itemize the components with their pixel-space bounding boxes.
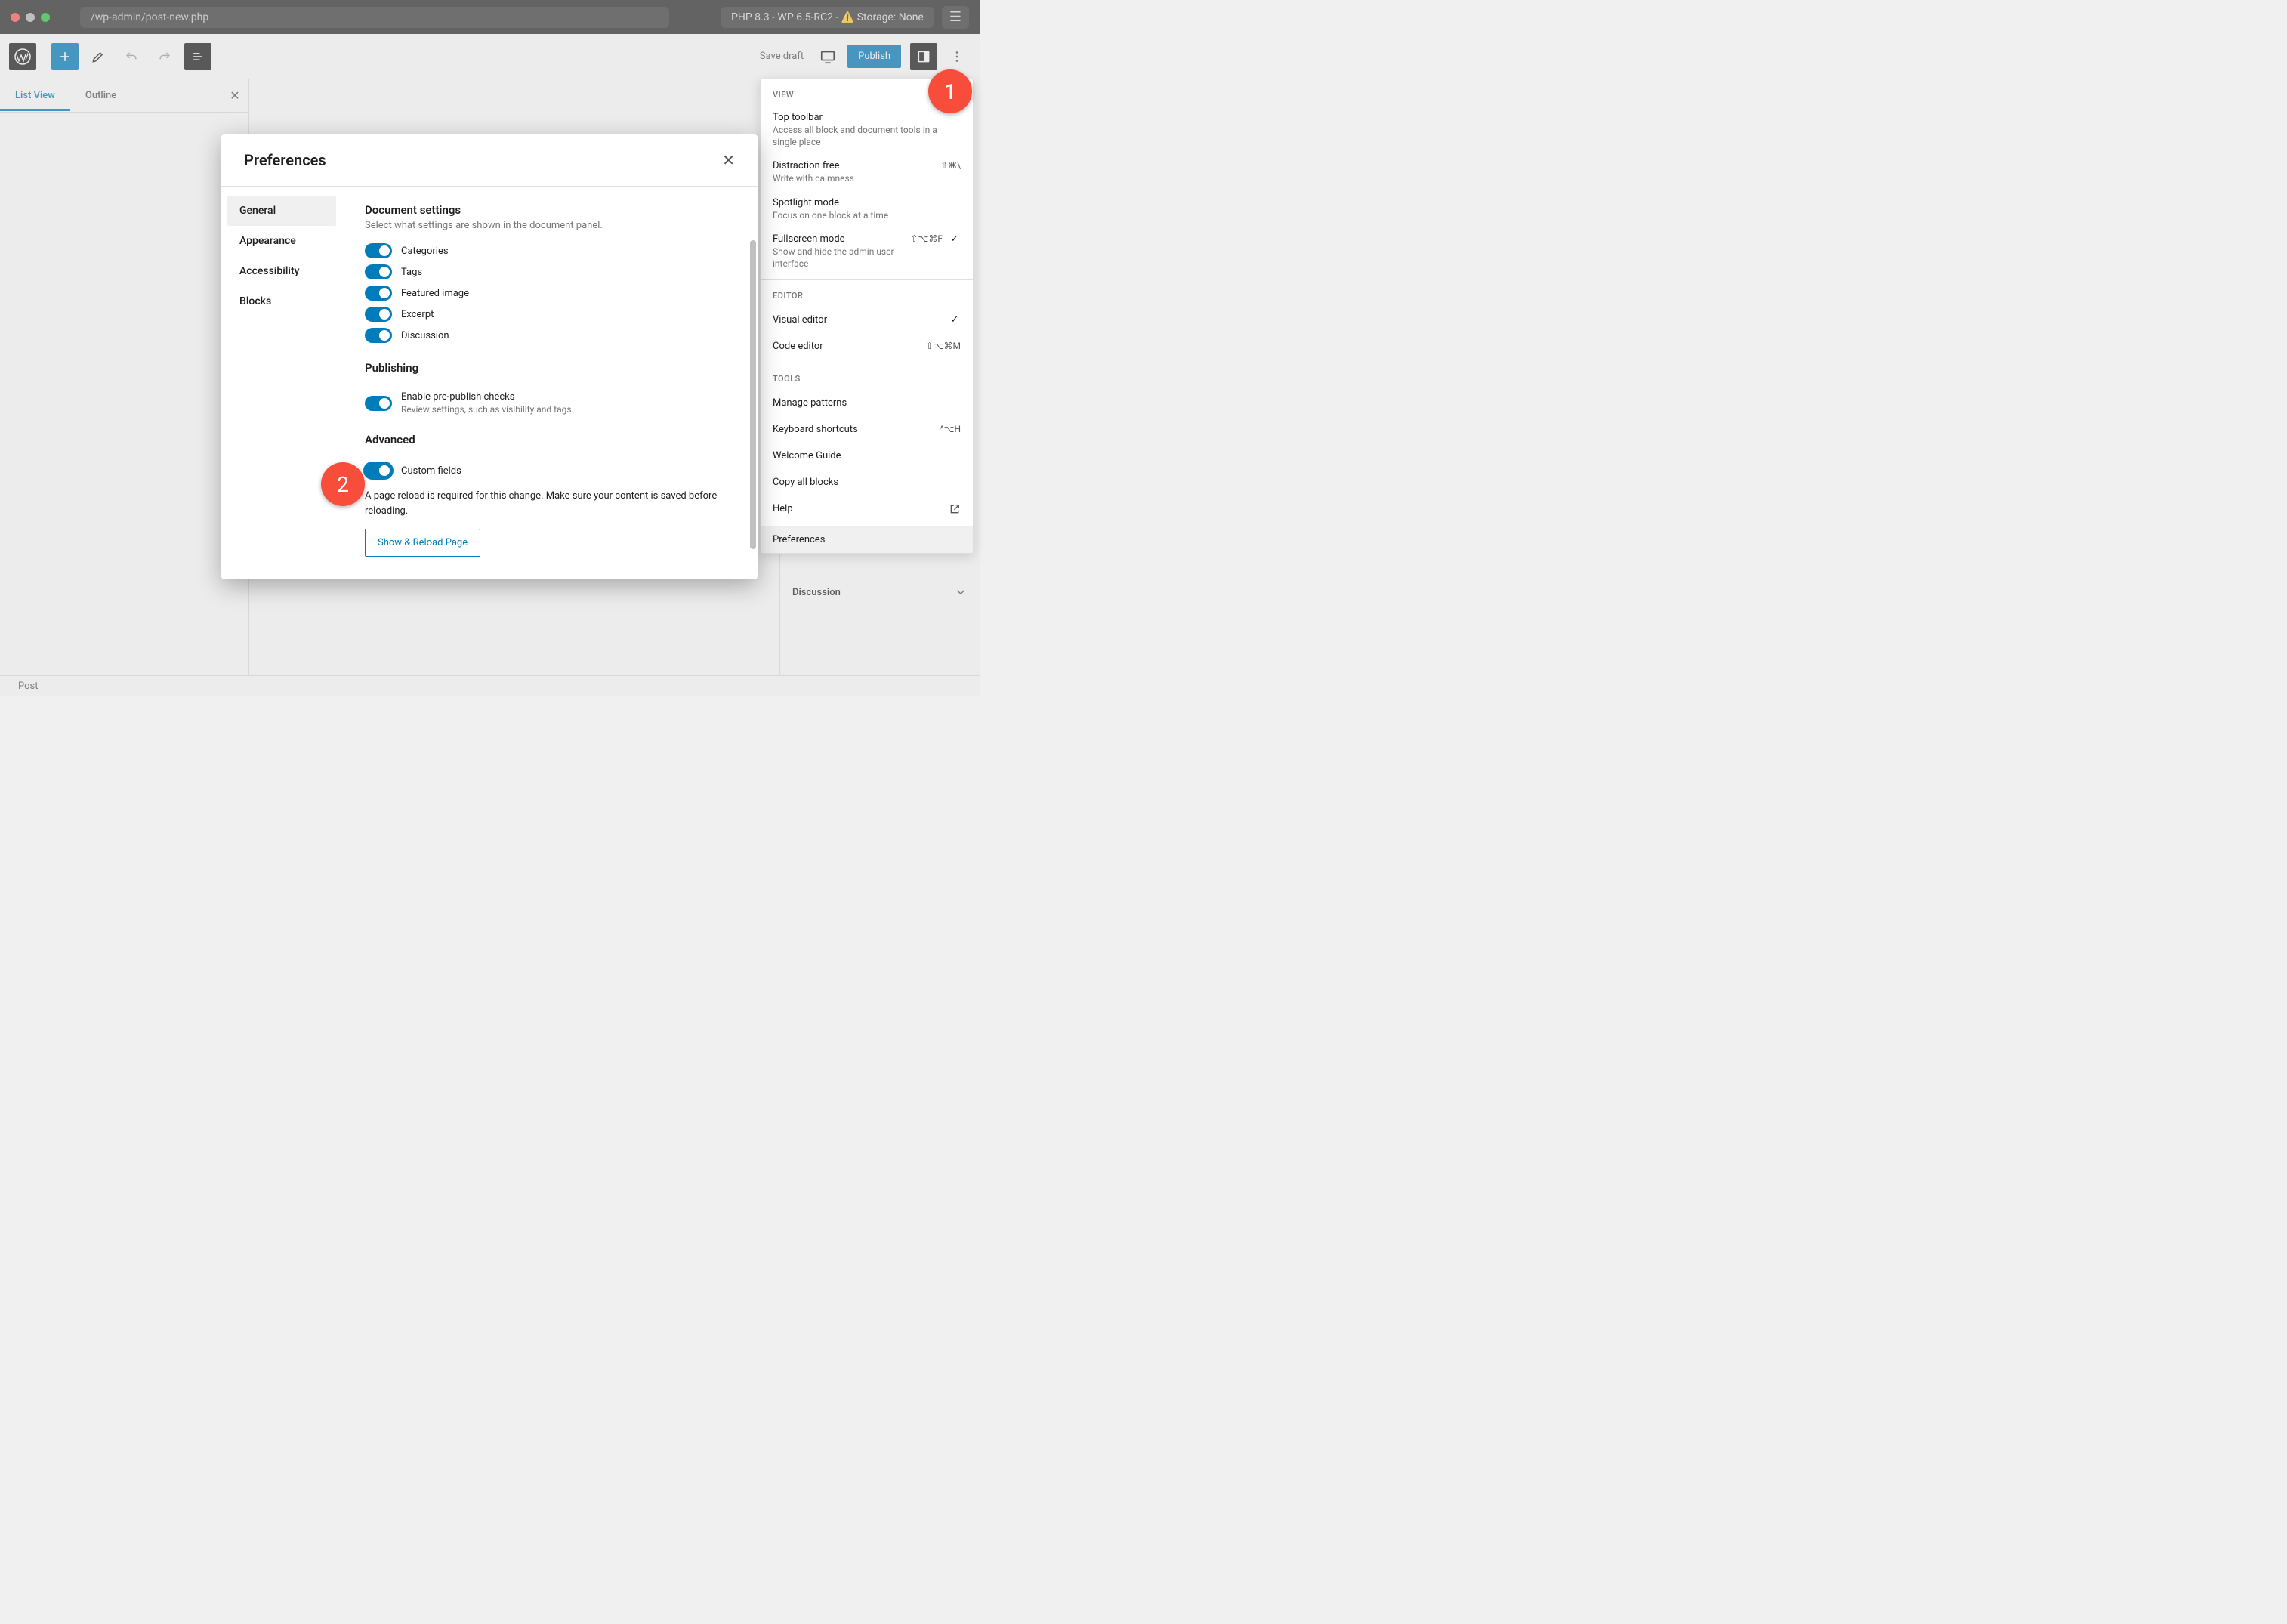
menu-distraction-free[interactable]: Distraction free Write with calmness ⇧⌘\: [761, 154, 973, 191]
nav-appearance[interactable]: Appearance: [227, 226, 336, 256]
preferences-modal: Preferences ✕ General Appearance Accessi…: [221, 134, 758, 579]
wp-logo-icon[interactable]: [9, 43, 36, 70]
window-minimize-icon[interactable]: [26, 13, 35, 22]
close-panel-button[interactable]: ✕: [221, 88, 248, 103]
save-draft-button[interactable]: Save draft: [755, 51, 808, 62]
section-publishing: Publishing: [365, 361, 735, 375]
toggle-categories-row: Categories: [365, 243, 735, 258]
menu-help[interactable]: Help: [761, 496, 973, 523]
section-document-desc: Select what settings are shown in the do…: [365, 220, 735, 231]
dropdown-section-tools: TOOLS: [761, 363, 973, 390]
toggle-excerpt[interactable]: [365, 307, 392, 322]
tab-list-view[interactable]: List View: [0, 81, 70, 110]
window-zoom-icon[interactable]: [41, 13, 50, 22]
check-icon: ✓: [949, 314, 961, 326]
preview-button[interactable]: [814, 43, 841, 70]
modal-nav: General Appearance Accessibility Blocks: [221, 187, 342, 579]
browser-chrome: /wp-admin/post-new.php PHP 8.3 - WP 6.5-…: [0, 0, 980, 34]
options-menu-button[interactable]: [943, 43, 971, 70]
url-bar[interactable]: /wp-admin/post-new.php: [80, 7, 669, 28]
toggle-featured-image-row: Featured image: [365, 286, 735, 301]
toggle-prepublish-checks[interactable]: [365, 396, 392, 411]
toggle-featured-image[interactable]: [365, 286, 392, 301]
chevron-down-icon: [954, 585, 968, 599]
toggle-prepublish-row: Enable pre-publish checks Review setting…: [365, 391, 735, 415]
toggle-tags-row: Tags: [365, 264, 735, 279]
menu-visual-editor[interactable]: Visual editor ✓: [761, 307, 973, 333]
modal-close-button[interactable]: ✕: [722, 151, 735, 169]
redo-button[interactable]: [151, 43, 178, 70]
modal-title: Preferences: [244, 151, 326, 169]
menu-fullscreen-mode[interactable]: Fullscreen mode Show and hide the admin …: [761, 227, 973, 276]
toggle-categories[interactable]: [365, 243, 392, 258]
settings-sidebar-button[interactable]: [910, 43, 937, 70]
window-close-icon[interactable]: [11, 13, 20, 22]
discussion-panel-label: Discussion: [792, 587, 841, 598]
document-overview-button[interactable]: [184, 43, 211, 70]
menu-top-toolbar[interactable]: Top toolbar Access all block and documen…: [761, 106, 973, 154]
toggle-tags[interactable]: [365, 264, 392, 279]
toggle-custom-fields-row: Custom fields: [365, 463, 735, 478]
add-block-button[interactable]: [51, 43, 79, 70]
modal-content: Document settings Select what settings a…: [342, 187, 758, 579]
editor-footer: Post: [0, 675, 980, 696]
nav-accessibility[interactable]: Accessibility: [227, 256, 336, 286]
menu-welcome-guide[interactable]: Welcome Guide: [761, 443, 973, 469]
discussion-panel[interactable]: Discussion: [780, 575, 980, 610]
dropdown-section-editor: EDITOR: [761, 280, 973, 307]
nav-general[interactable]: General: [227, 196, 336, 226]
undo-button[interactable]: [118, 43, 145, 70]
menu-keyboard-shortcuts[interactable]: Keyboard shortcuts ^⌥H: [761, 416, 973, 443]
env-badge: PHP 8.3 - WP 6.5-RC2 - ⚠️ Storage: None: [721, 7, 934, 28]
nav-blocks[interactable]: Blocks: [227, 286, 336, 316]
check-icon: ✓: [949, 233, 961, 245]
menu-code-editor[interactable]: Code editor ⇧⌥⌘M: [761, 333, 973, 360]
editor-toolbar: Save draft Publish: [0, 34, 980, 79]
section-document-settings: Document settings: [365, 203, 735, 217]
custom-fields-note: A page reload is required for this chang…: [365, 489, 735, 518]
document-overview-panel: List View Outline ✕: [0, 79, 249, 675]
modal-scrollbar[interactable]: [750, 240, 756, 549]
toggle-discussion[interactable]: [365, 328, 392, 343]
show-reload-button[interactable]: Show & Reload Page: [365, 529, 480, 557]
toggle-custom-fields[interactable]: [365, 463, 392, 478]
external-link-icon: [949, 503, 961, 515]
publish-button[interactable]: Publish: [847, 45, 901, 68]
annotation-1: 1: [928, 69, 972, 113]
section-advanced: Advanced: [365, 433, 735, 446]
traffic-lights: [11, 13, 50, 22]
toggle-discussion-row: Discussion: [365, 328, 735, 343]
breadcrumb[interactable]: Post: [18, 681, 39, 692]
edit-mode-button[interactable]: [85, 43, 112, 70]
menu-spotlight-mode[interactable]: Spotlight mode Focus on one block at a t…: [761, 191, 973, 228]
menu-copy-all-blocks[interactable]: Copy all blocks: [761, 469, 973, 496]
annotation-2: 2: [321, 462, 365, 506]
toggle-excerpt-row: Excerpt: [365, 307, 735, 322]
options-dropdown: VIEW Top toolbar Access all block and do…: [760, 79, 974, 554]
menu-manage-patterns[interactable]: Manage patterns: [761, 390, 973, 416]
menu-preferences[interactable]: Preferences: [761, 526, 973, 553]
tab-outline[interactable]: Outline: [70, 81, 131, 110]
browser-menu-button[interactable]: ☰: [942, 6, 969, 29]
